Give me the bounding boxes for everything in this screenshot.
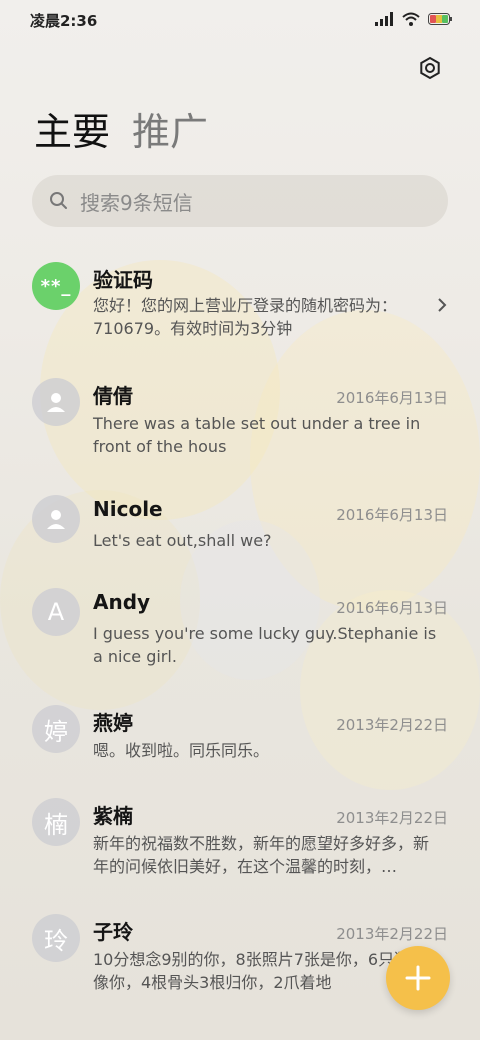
contact-avatar: 婷 (32, 705, 80, 753)
status-time: 凌晨2:36 (30, 12, 98, 30)
message-item[interactable]: 倩倩 2016年6月13日 There was a table set out … (0, 378, 480, 468)
tab-primary[interactable]: 主要 (34, 108, 110, 156)
sender-name: 子玲 (93, 920, 133, 944)
message-item[interactable]: **_ 验证码 您好！您的网上营业厅登录的随机密码为：710679。有效时间为3… (0, 262, 480, 352)
message-date: 2016年6月13日 (336, 599, 448, 617)
status-bar: 凌晨2:36 (0, 0, 480, 40)
message-item[interactable]: Nicole 2016年6月13日 Let's eat out,shall we… (0, 495, 480, 565)
signal-icon (375, 12, 393, 26)
sender-name: Andy (93, 590, 151, 614)
plus-icon (405, 965, 431, 991)
contact-avatar: A (32, 588, 80, 636)
wifi-icon (402, 12, 420, 26)
verification-avatar: **_ (32, 262, 80, 310)
person-icon (47, 510, 65, 529)
message-item[interactable]: A Andy 2016年6月13日 I guess you're some lu… (0, 588, 480, 678)
chevron-right-icon (438, 298, 447, 312)
message-date: 2016年6月13日 (336, 389, 448, 407)
settings-icon (420, 56, 440, 80)
settings-button[interactable] (414, 52, 446, 84)
message-date: 2013年2月22日 (336, 716, 448, 734)
person-icon (47, 393, 65, 412)
contact-avatar (32, 495, 80, 543)
tab-bar: 主要 推广 (34, 108, 208, 156)
battery-icon (428, 13, 452, 25)
message-item[interactable]: 楠 紫楠 2013年2月22日 新年的祝福数不胜数，新年的愿望好多好多，新年的问… (0, 798, 480, 888)
message-preview: Let's eat out,shall we? (93, 531, 272, 550)
contact-avatar: 玲 (32, 914, 80, 962)
sender-name: 倩倩 (93, 384, 133, 408)
contact-avatar: 楠 (32, 798, 80, 846)
message-preview: 新年的祝福数不胜数，新年的愿望好多好多，新年的问候依旧美好，在这个温馨的时刻，… (93, 834, 430, 876)
message-date: 2013年2月22日 (336, 809, 448, 827)
sender-name: Nicole (93, 497, 163, 521)
status-icons (374, 12, 452, 26)
contact-avatar (32, 378, 80, 426)
message-date: 2013年2月22日 (336, 925, 448, 943)
message-preview: I guess you're some lucky guy.Stephanie … (93, 624, 437, 666)
tab-promotions[interactable]: 推广 (132, 108, 208, 156)
sender-name: 验证码 (93, 268, 153, 292)
search-icon (50, 192, 67, 209)
sender-name: 紫楠 (93, 804, 133, 828)
message-date: 2016年6月13日 (336, 506, 448, 524)
message-preview: There was a table set out under a tree i… (93, 414, 421, 456)
sender-name: 燕婷 (93, 711, 133, 735)
message-item[interactable]: 婷 燕婷 2013年2月22日 嗯。收到啦。同乐同乐。 (0, 705, 480, 775)
compose-button[interactable] (386, 946, 450, 1010)
message-preview: 您好！您的网上营业厅登录的随机密码为：710679。有效时间为3分钟 (93, 296, 398, 338)
message-preview: 嗯。收到啦。同乐同乐。 (93, 741, 270, 760)
search-bar[interactable]: 搜索9条短信 (32, 175, 448, 227)
search-placeholder: 搜索9条短信 (80, 190, 193, 215)
